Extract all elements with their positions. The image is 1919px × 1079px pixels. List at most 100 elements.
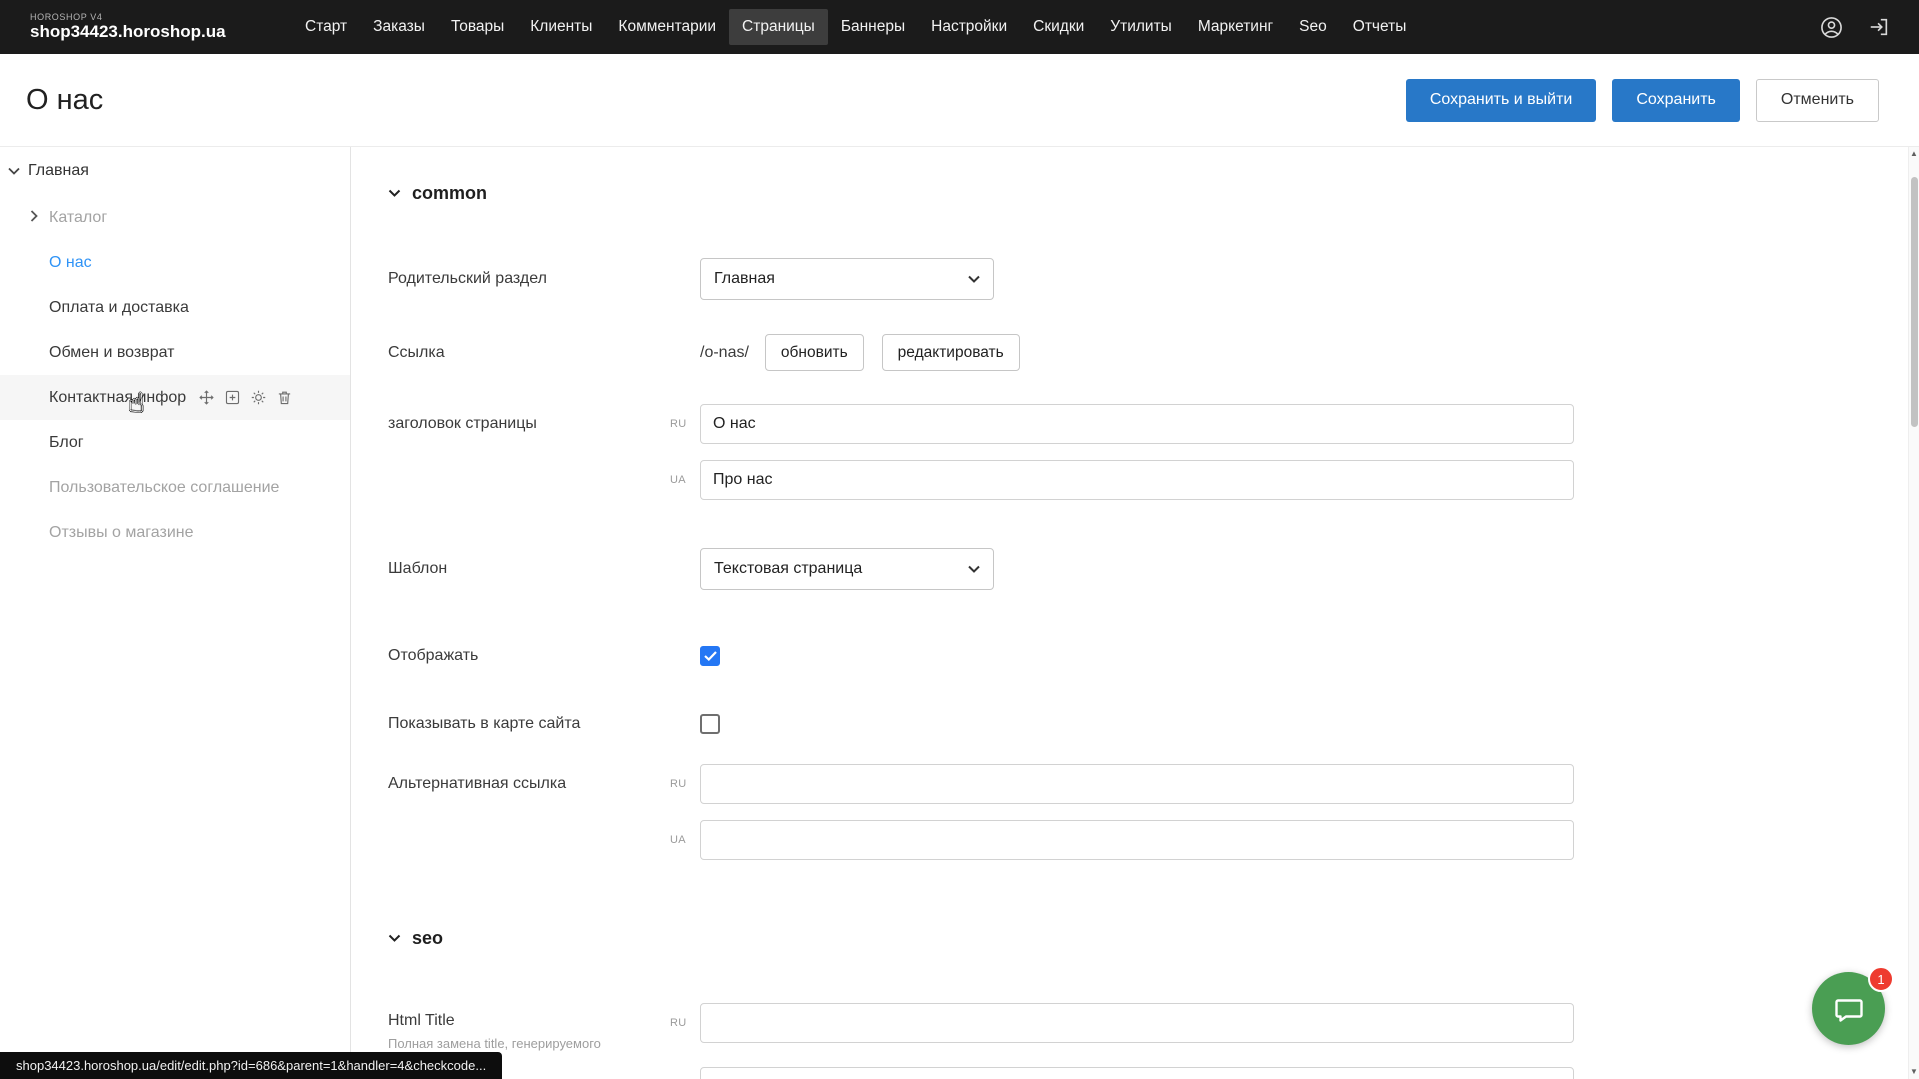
cancel-button[interactable]: Отменить: [1756, 79, 1879, 122]
nav-products[interactable]: Товары: [438, 9, 517, 45]
sidebar-item-payment-delivery[interactable]: Оплата и доставка: [0, 285, 350, 330]
vertical-scrollbar[interactable]: ▲ ▼: [1908, 147, 1919, 1079]
topbar: HOROSHOP V4 shop34423.horoshop.ua Старт …: [0, 0, 1919, 54]
edit-link-button[interactable]: редактировать: [882, 334, 1020, 371]
page-title-ru-input[interactable]: [700, 404, 1574, 444]
nav-settings[interactable]: Настройки: [918, 9, 1020, 45]
nav-clients[interactable]: Клиенты: [517, 9, 605, 45]
page-title-ua-input[interactable]: [700, 460, 1574, 500]
template-row: Шаблон Текстовая страница: [388, 548, 1919, 590]
sidebar-item-blog[interactable]: Блог: [0, 420, 350, 465]
lang-badge-ru: RU: [670, 418, 700, 430]
add-icon[interactable]: [224, 389, 241, 406]
nav-comments[interactable]: Комментарии: [605, 9, 729, 45]
sidebar-item-home[interactable]: Главная: [0, 147, 350, 195]
brand[interactable]: HOROSHOP V4 shop34423.horoshop.ua: [0, 13, 292, 42]
section-seo[interactable]: seo: [388, 928, 1919, 949]
template-select[interactable]: Текстовая страница: [700, 548, 994, 590]
main-nav: Старт Заказы Товары Клиенты Комментарии …: [292, 9, 1419, 45]
sidebar-item-label: О нас: [49, 254, 92, 272]
delete-trash-icon[interactable]: [276, 389, 293, 406]
html-title-ru-input[interactable]: [700, 1003, 1574, 1043]
save-and-exit-button[interactable]: Сохранить и выйти: [1406, 79, 1597, 122]
lang-badge-ua: UA: [670, 834, 700, 846]
nav-discounts[interactable]: Скидки: [1020, 9, 1097, 45]
sidebar-item-store-reviews[interactable]: Отзывы о магазине: [0, 510, 350, 555]
refresh-link-button[interactable]: обновить: [765, 334, 864, 371]
field-label: Отображать: [388, 647, 670, 665]
check-icon: [704, 651, 717, 661]
html-title-ua-row: UA: [388, 1067, 1919, 1079]
nav-pages[interactable]: Страницы: [729, 9, 828, 45]
field-label: Родительский раздел: [388, 270, 670, 288]
section-title: common: [412, 183, 487, 204]
nav-seo[interactable]: Seo: [1286, 9, 1340, 45]
lang-badge-ru: RU: [670, 1003, 700, 1029]
nav-orders[interactable]: Заказы: [360, 9, 438, 45]
chevron-down-icon: [968, 275, 980, 283]
field-label: Показывать в карте сайта: [388, 715, 670, 733]
scroll-up-arrow[interactable]: ▲: [1909, 147, 1919, 161]
scrollbar-thumb[interactable]: [1911, 177, 1918, 427]
header-buttons: Сохранить и выйти Сохранить Отменить: [1406, 79, 1919, 122]
html-title-ua-input[interactable]: [700, 1067, 1574, 1079]
save-button[interactable]: Сохранить: [1612, 79, 1740, 122]
field-label: Альтернативная ссылка: [388, 775, 670, 793]
alt-link-ru-row: Альтернативная ссылка RU: [388, 764, 1919, 804]
parent-section-select[interactable]: Главная: [700, 258, 994, 300]
sidebar-item-exchange-return[interactable]: Обмен и возврат: [0, 330, 350, 375]
page-title-ua-row: UA: [388, 460, 1919, 500]
pages-tree-sidebar: Главная Каталог О нас Оплата и доставка …: [0, 147, 351, 1079]
field-hint: Полная замена title, генерируемого: [388, 1036, 670, 1051]
sidebar-item-label: Обмен и возврат: [49, 344, 174, 362]
sidebar-item-contact-info[interactable]: Контактная инфор: [0, 375, 350, 420]
tree-item-actions: [198, 389, 293, 406]
sidebar-item-about[interactable]: О нас: [0, 240, 350, 285]
display-row: Отображать: [388, 646, 1919, 666]
account-icon[interactable]: [1819, 15, 1843, 39]
chevron-down-icon: [388, 189, 401, 198]
sitemap-row: Показывать в карте сайта: [388, 714, 1919, 734]
link-row: Ссылка /o-nas/ обновить редактировать: [388, 334, 1919, 371]
lang-badge-ru: RU: [670, 778, 700, 790]
chevron-down-icon: [968, 565, 980, 573]
field-label: Шаблон: [388, 560, 670, 578]
display-checkbox[interactable]: [700, 646, 720, 666]
alt-link-ru-input[interactable]: [700, 764, 1574, 804]
logout-icon[interactable]: [1867, 15, 1891, 39]
nav-banners[interactable]: Баннеры: [828, 9, 918, 45]
sitemap-checkbox[interactable]: [700, 714, 720, 734]
select-value: Текстовая страница: [714, 560, 862, 578]
sidebar-item-label: Блог: [49, 434, 84, 452]
section-title: seo: [412, 928, 443, 949]
section-common[interactable]: common: [388, 183, 1919, 204]
sidebar-item-label: Пользовательское соглашение: [49, 479, 279, 497]
nav-marketing[interactable]: Маркетинг: [1185, 9, 1286, 45]
page-title: О нас: [0, 84, 103, 117]
page-edit-form: common Родительский раздел Главная Ссылк…: [352, 147, 1919, 1079]
alt-link-ua-row: UA: [388, 820, 1919, 860]
chevron-down-icon: [388, 934, 401, 943]
sidebar-item-label: Контактная инфор: [49, 389, 186, 407]
nav-start[interactable]: Старт: [292, 9, 360, 45]
field-label: Html Title: [388, 1012, 670, 1030]
sidebar-item-label: Главная: [28, 162, 89, 180]
settings-gear-icon[interactable]: [250, 389, 267, 406]
html-title-ru-row: Html Title Полная замена title, генериру…: [388, 1003, 1919, 1051]
sidebar-item-catalog[interactable]: Каталог: [0, 195, 350, 240]
scroll-down-arrow[interactable]: ▼: [1909, 1065, 1919, 1079]
chevron-right-icon: [30, 210, 38, 222]
field-label: заголовок страницы: [388, 415, 670, 433]
sidebar-item-label: Отзывы о магазине: [49, 524, 194, 542]
chat-unread-badge[interactable]: 1: [1868, 966, 1894, 992]
sidebar-item-user-agreement[interactable]: Пользовательское соглашение: [0, 465, 350, 510]
move-icon[interactable]: [198, 389, 215, 406]
field-label-block: Html Title Полная замена title, генериру…: [388, 1003, 670, 1051]
nav-utilities[interactable]: Утилиты: [1097, 9, 1185, 45]
nav-reports[interactable]: Отчеты: [1340, 9, 1420, 45]
sidebar-item-label: Оплата и доставка: [49, 299, 189, 317]
field-label: Ссылка: [388, 344, 670, 362]
page-header: О нас Сохранить и выйти Сохранить Отмени…: [0, 54, 1919, 147]
chat-bubble-icon: [1832, 992, 1866, 1026]
alt-link-ua-input[interactable]: [700, 820, 1574, 860]
